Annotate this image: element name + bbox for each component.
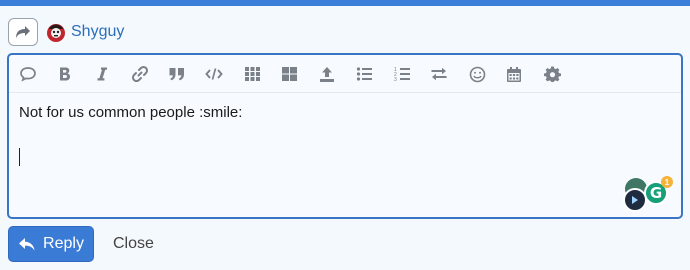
close-button[interactable]: Close (113, 235, 154, 253)
smiley-icon[interactable] (464, 62, 490, 86)
editor-text: Not for us common people :smile: (19, 104, 243, 121)
editor-widgets: G 1 (623, 176, 675, 212)
bullet-list-icon[interactable] (351, 62, 377, 86)
editor-textarea[interactable]: Not for us common people :smile: (19, 104, 619, 166)
reply-type-button[interactable] (8, 18, 38, 46)
reply-header: Shyguy (8, 17, 124, 47)
top-accent-bar (0, 0, 690, 6)
text-caret (19, 148, 20, 166)
link-icon[interactable] (127, 62, 153, 86)
code-icon[interactable] (201, 62, 227, 86)
swap-arrows-icon[interactable] (426, 62, 452, 86)
editor-toolbar: 1 2 3 (9, 55, 681, 93)
table-grid-icon[interactable] (239, 62, 265, 86)
reply-button-label: Reply (43, 235, 84, 252)
svg-text:3: 3 (394, 77, 397, 82)
speech-bubble-icon[interactable] (15, 62, 41, 86)
share-arrow-icon (16, 26, 30, 38)
grid-icon[interactable] (276, 62, 302, 86)
quote-icon[interactable] (164, 62, 190, 86)
reply-button[interactable]: Reply (8, 226, 94, 262)
extension-icon[interactable] (623, 188, 647, 212)
calendar-icon[interactable] (501, 62, 527, 86)
grammarly-count-badge: 1 (661, 176, 673, 188)
grammarly-letter: G (649, 184, 663, 202)
numbered-list-icon[interactable]: 1 2 3 (389, 62, 415, 86)
composer: 1 2 3 Not for us common people:smile: G… (7, 53, 683, 219)
gear-icon[interactable] (539, 62, 565, 86)
italic-icon[interactable] (89, 62, 115, 86)
upload-icon[interactable] (314, 62, 340, 86)
bold-icon[interactable] (52, 62, 78, 86)
reply-arrow-icon (19, 237, 35, 250)
avatar-icon[interactable] (45, 21, 67, 43)
username-link[interactable]: Shyguy (71, 23, 124, 41)
